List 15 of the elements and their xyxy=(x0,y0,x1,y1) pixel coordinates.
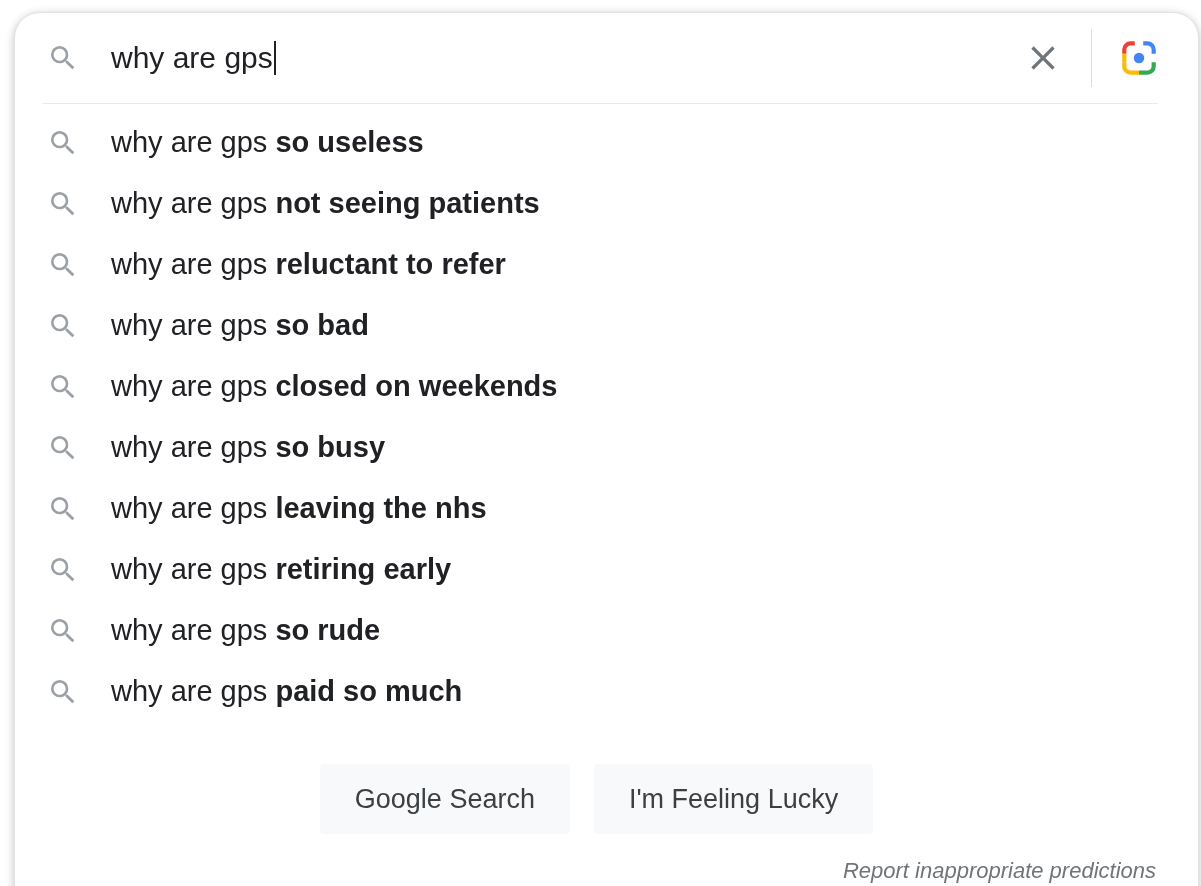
suggestion-item[interactable]: why are gps so busy xyxy=(111,431,385,464)
suggestion-item[interactable]: why are gps not seeing patients xyxy=(111,187,540,220)
suggestion-item[interactable]: why are gps closed on weekends xyxy=(111,370,558,403)
suggestion-item[interactable]: why are gps leaving the nhs xyxy=(111,492,487,525)
suggestion-item[interactable]: why are gps reluctant to refer xyxy=(111,248,506,281)
suggestion-item[interactable]: why are gps so useless xyxy=(111,126,424,159)
lucky-button[interactable]: I'm Feeling Lucky xyxy=(593,764,874,834)
suggestion-item[interactable]: why are gps paid so much xyxy=(111,675,463,708)
report-link[interactable]: Report inappropriate predictions xyxy=(842,858,1156,884)
search-button[interactable]: Google Search xyxy=(319,764,570,834)
suggestion-item[interactable]: why are gps retiring early xyxy=(111,553,452,586)
suggestion-item[interactable]: why are gps so rude xyxy=(111,614,381,647)
text-cursor xyxy=(273,41,276,75)
search-field[interactable]: why are gps xyxy=(111,38,1023,78)
suggestion-item[interactable]: why are gps so bad xyxy=(111,309,369,342)
